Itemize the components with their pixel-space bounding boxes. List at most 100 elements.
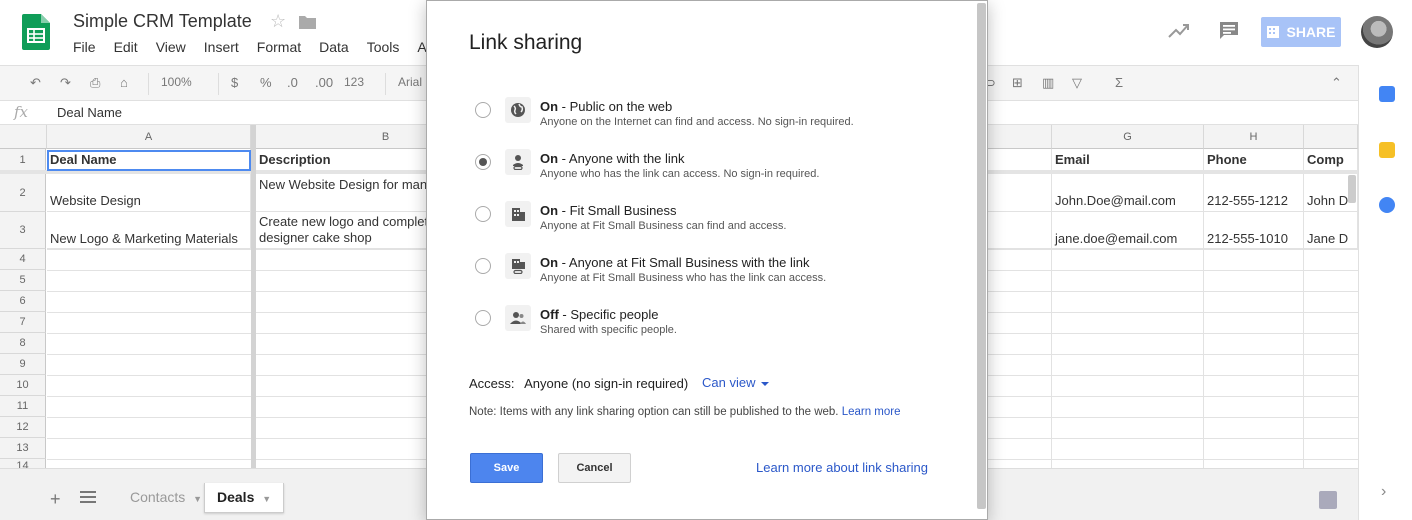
cancel-button[interactable]: Cancel: [558, 453, 631, 483]
cell-phone[interactable]: 212-555-1010: [1204, 212, 1304, 249]
option-description: Anyone at Fit Small Business who has the…: [540, 272, 827, 284]
row-header[interactable]: 11: [0, 396, 46, 417]
share-button[interactable]: SHARE: [1261, 17, 1341, 47]
cell-company[interactable]: Jane D: [1304, 212, 1358, 249]
cell-deal-name[interactable]: Website Design: [47, 174, 251, 212]
explore-icon[interactable]: [1319, 491, 1337, 509]
chevron-down-icon[interactable]: ▼: [262, 494, 271, 504]
vertical-scrollbar[interactable]: [1348, 175, 1356, 203]
comment-icon[interactable]: [1218, 21, 1240, 41]
permission-label: Can view: [702, 375, 756, 390]
redo-icon[interactable]: ↷: [60, 75, 71, 91]
menu-file[interactable]: File: [73, 39, 96, 55]
cell-empty[interactable]: [988, 149, 1052, 171]
select-all-corner[interactable]: [0, 125, 47, 149]
more-formats-button[interactable]: 123: [344, 75, 364, 89]
row-header[interactable]: 2: [0, 174, 46, 212]
sheet-tab-contacts[interactable]: Contacts ▼: [118, 483, 214, 513]
cell-empty[interactable]: [988, 174, 1052, 212]
row-header[interactable]: 14: [0, 459, 46, 468]
column-header-h[interactable]: H: [1204, 125, 1304, 149]
radio-specific-people[interactable]: [475, 310, 491, 326]
permission-dropdown[interactable]: Can view: [702, 375, 770, 390]
insert-comment-icon[interactable]: ⊞: [1012, 75, 1023, 91]
document-title[interactable]: Simple CRM Template: [73, 11, 252, 32]
add-sheet-icon[interactable]: +: [50, 489, 61, 510]
star-icon[interactable]: ☆: [270, 11, 286, 32]
dialog-scrollbar[interactable]: [977, 3, 986, 509]
row-header[interactable]: 7: [0, 312, 46, 333]
decrease-decimal-button[interactable]: .0: [287, 75, 298, 90]
tasks-icon[interactable]: [1379, 197, 1395, 213]
share-label: SHARE: [1286, 24, 1336, 40]
chevron-down-icon[interactable]: ▼: [193, 494, 202, 504]
calendar-icon[interactable]: [1379, 86, 1395, 102]
cell-empty[interactable]: [988, 212, 1052, 249]
row-header[interactable]: 3: [0, 212, 46, 249]
sheet-tab-deals[interactable]: Deals ▼: [204, 483, 285, 513]
folder-icon[interactable]: [299, 14, 316, 29]
option-fit-small-business[interactable]: On - Fit Small Business Anyone at Fit Sm…: [469, 201, 939, 241]
row-header[interactable]: 9: [0, 354, 46, 375]
formula-value[interactable]: Deal Name: [57, 105, 122, 120]
menu-tools[interactable]: Tools: [367, 39, 400, 55]
undo-icon[interactable]: ↶: [30, 75, 41, 91]
row-header[interactable]: 12: [0, 417, 46, 438]
frozen-column-divider[interactable]: [251, 125, 256, 468]
row-header[interactable]: 10: [0, 375, 46, 396]
learn-more-link[interactable]: Learn more: [842, 406, 901, 418]
activity-trend-icon[interactable]: [1168, 22, 1190, 40]
column-header-f[interactable]: [988, 125, 1052, 149]
menu-view[interactable]: View: [156, 39, 186, 55]
row-header[interactable]: 6: [0, 291, 46, 312]
menu-insert[interactable]: Insert: [204, 39, 239, 55]
filter-icon[interactable]: ▽: [1072, 75, 1082, 91]
option-specific-people[interactable]: Off - Specific people Shared with specif…: [469, 305, 939, 345]
cell-deal-name[interactable]: New Logo & Marketing Materials: [47, 212, 251, 249]
expand-panel-icon[interactable]: ›: [1381, 483, 1386, 501]
percent-format-button[interactable]: %: [260, 75, 272, 90]
all-sheets-icon[interactable]: [80, 491, 96, 503]
collapse-toolbar-icon[interactable]: ⌃: [1331, 75, 1342, 91]
font-select[interactable]: Arial: [398, 75, 422, 89]
account-avatar[interactable]: [1361, 16, 1393, 48]
increase-decimal-button[interactable]: .00: [315, 75, 333, 90]
cell-phone[interactable]: 212-555-1212: [1204, 174, 1304, 212]
cell-email[interactable]: jane.doe@email.com: [1052, 212, 1204, 249]
radio-public-on-web[interactable]: [475, 102, 491, 118]
link-sharing-dialog: Link sharing On - Public on the web Anyo…: [426, 0, 988, 520]
print-icon[interactable]: ⎙: [90, 75, 100, 91]
radio-fit-small-business-with-link[interactable]: [475, 258, 491, 274]
option-title: Off - Specific people: [540, 307, 659, 322]
option-anyone-with-link[interactable]: On - Anyone with the link Anyone who has…: [469, 149, 939, 189]
option-description: Anyone who has the link can access. No s…: [540, 168, 820, 180]
row-header[interactable]: 5: [0, 270, 46, 291]
radio-anyone-with-link[interactable]: [475, 154, 491, 170]
row-header[interactable]: 1: [0, 149, 46, 171]
radio-fit-small-business[interactable]: [475, 206, 491, 222]
menu-format[interactable]: Format: [257, 39, 301, 55]
menu-edit[interactable]: Edit: [114, 39, 138, 55]
keep-icon[interactable]: [1379, 142, 1395, 158]
cell-company-header[interactable]: Comp: [1304, 149, 1358, 171]
zoom-select[interactable]: 100%: [161, 75, 192, 89]
currency-format-button[interactable]: $: [231, 75, 238, 90]
functions-icon[interactable]: Σ: [1115, 75, 1123, 90]
row-header[interactable]: 4: [0, 249, 46, 270]
paint-format-icon[interactable]: ⌂: [120, 75, 128, 90]
menu-data[interactable]: Data: [319, 39, 349, 55]
column-header-g[interactable]: G: [1052, 125, 1204, 149]
cell-email[interactable]: John.Doe@mail.com: [1052, 174, 1204, 212]
sheets-logo-icon[interactable]: [22, 14, 50, 50]
cell-email-header[interactable]: Email: [1052, 149, 1204, 171]
learn-more-link-sharing[interactable]: Learn more about link sharing: [756, 460, 928, 475]
cell-phone-header[interactable]: Phone: [1204, 149, 1304, 171]
option-fit-small-business-with-link[interactable]: On - Anyone at Fit Small Business with t…: [469, 253, 939, 293]
insert-chart-icon[interactable]: ▥: [1042, 75, 1054, 91]
option-public-on-web[interactable]: On - Public on the web Anyone on the Int…: [469, 97, 939, 137]
row-header[interactable]: 13: [0, 438, 46, 459]
row-header[interactable]: 8: [0, 333, 46, 354]
save-button[interactable]: Save: [470, 453, 543, 483]
column-header-i[interactable]: [1304, 125, 1358, 149]
column-header-a[interactable]: A: [47, 125, 251, 149]
